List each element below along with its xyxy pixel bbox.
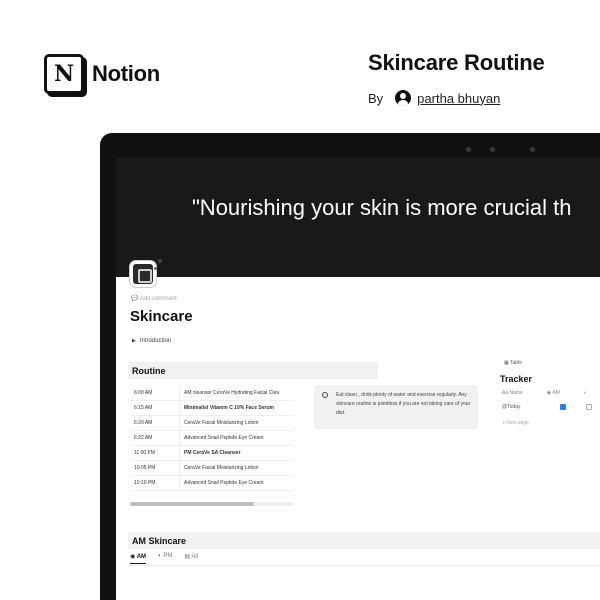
table-row[interactable]: 6:22 AM Advanced Snail Peptide Eye Cream <box>130 431 294 446</box>
tracker-col-am: ◉ AM <box>546 390 560 396</box>
time-cell: 10:10 PM <box>130 476 180 490</box>
title-block: Skincare Routine By partha bhuyan <box>368 50 545 106</box>
add-comment-button[interactable]: 💬 Add comment <box>131 295 177 302</box>
time-cell: 6:15 AM <box>130 401 180 415</box>
diet-callout: Eat clean , drink plenty of water and ex… <box>314 385 478 429</box>
toggle-arrow-icon: ▶ <box>132 338 136 344</box>
am-skincare-tabs: ◉ AM ◐ PM ▤ All <box>130 553 198 564</box>
doc-title: Skincare <box>130 308 193 325</box>
callout-text: Eat clean , drink plenty of water and ex… <box>336 392 471 416</box>
tracker-header: Aa Name ◉ AM ◐ <box>502 390 587 396</box>
tab-divider <box>128 565 600 566</box>
time-cell: 11:00 PM <box>130 446 180 460</box>
notion-screen: "Nourishing your skin is more crucial th… <box>116 157 600 600</box>
product-cell: Minimalist Vitamin C 10% Face Serum <box>184 405 274 411</box>
product-cell: PM CeraVe SA Cleanser <box>184 450 241 456</box>
camera-lens-icon <box>490 147 495 152</box>
notion-logo-icon: N <box>44 54 84 94</box>
time-cell: 10:05 PM <box>130 461 180 475</box>
product-cell: CeraVe Facial Moisturizing Lotion <box>184 420 259 426</box>
table-row[interactable]: 10:10 PM Advanced Snail Peptide Eye Cream <box>130 476 294 491</box>
table-view-tab[interactable]: ▦ Table <box>504 360 522 366</box>
cover-image: "Nourishing your skin is more crucial th <box>116 157 600 277</box>
tab-all[interactable]: ▤ All <box>184 553 198 564</box>
tab-am[interactable]: ◉ AM <box>130 553 147 564</box>
time-cell: 6:00 AM <box>130 386 180 400</box>
time-cell: 6:20 AM <box>130 416 180 430</box>
tracker-col-name: Aa Name <box>502 390 523 396</box>
tracker-title: Tracker <box>500 374 533 384</box>
toggle-label: Introduction <box>139 338 172 344</box>
sparkle-icon <box>158 259 162 263</box>
sensor-dot-icon <box>530 147 535 152</box>
author-link[interactable]: partha bhuyan <box>417 91 500 106</box>
tracker-row[interactable]: @Today <box>502 404 592 410</box>
byline: By partha bhuyan <box>368 90 545 106</box>
routine-heading: Routine <box>128 362 378 379</box>
page-icon[interactable] <box>130 261 156 287</box>
laptop-frame: "Nourishing your skin is more crucial th… <box>100 133 600 600</box>
table-row[interactable]: 10:05 PM CeraVe Facial Moisturizing Lotio… <box>130 461 294 476</box>
time-cell: 6:22 AM <box>130 431 180 445</box>
product-cell: CeraVe Facial Moisturizing Lotion <box>184 465 259 471</box>
am-checkbox[interactable] <box>560 404 566 410</box>
page-root: N Notion Skincare Routine By partha bhuy… <box>0 0 600 600</box>
table-row[interactable]: 6:00 AM AM cleanser CeraVe Hydrating Faci… <box>130 386 294 401</box>
table-view-label: Table <box>510 360 522 366</box>
product-cell: Advanced Snail Peptide Eye Cream <box>184 480 264 486</box>
horizontal-scrollbar[interactable] <box>130 502 254 506</box>
bullet-circle-icon <box>322 392 328 398</box>
tracker-row-name: @Today <box>502 404 521 410</box>
pm-checkbox[interactable] <box>586 404 592 410</box>
routine-table: 6:00 AM AM cleanser CeraVe Hydrating Faci… <box>130 386 294 491</box>
page-title: Skincare Routine <box>368 50 545 75</box>
product-cell: AM cleanser CeraVe Hydrating Facial Clea <box>184 390 280 396</box>
brand-name: Notion <box>92 61 160 86</box>
by-label: By <box>368 90 384 106</box>
new-page-button[interactable]: + New page <box>502 420 529 426</box>
sparkle-small-icon <box>154 267 157 270</box>
add-comment-label: Add comment <box>139 296 177 302</box>
author-avatar-icon <box>395 90 412 106</box>
tab-pm[interactable]: ◐ PM <box>158 553 172 564</box>
brand[interactable]: N Notion <box>44 54 160 94</box>
table-row[interactable]: 6:20 AM CeraVe Facial Moisturizing Lotion <box>130 416 294 431</box>
camera-dot-icon <box>466 147 471 152</box>
cover-quote: "Nourishing your skin is more crucial th <box>192 195 572 220</box>
tracker-col-more: ◐ <box>583 390 587 396</box>
introduction-toggle[interactable]: ▶ Introduction <box>132 338 171 344</box>
am-skincare-heading: AM Skincare <box>128 532 600 549</box>
table-row[interactable]: 11:00 PM PM CeraVe SA Cleanser <box>130 446 294 461</box>
table-row[interactable]: 6:15 AM Minimalist Vitamin C 10% Face Ser… <box>130 401 294 416</box>
product-cell: Advanced Snail Peptide Eye Cream <box>184 435 264 441</box>
